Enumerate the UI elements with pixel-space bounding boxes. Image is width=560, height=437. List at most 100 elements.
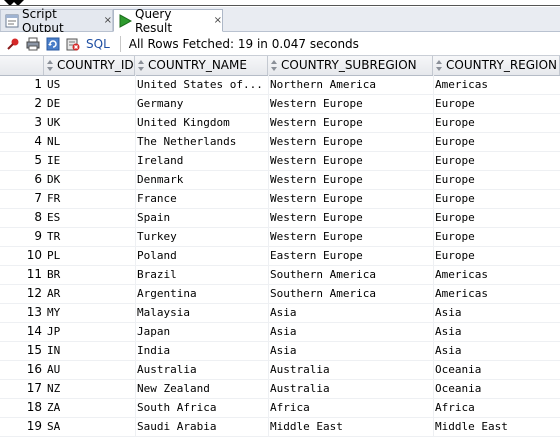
table-row[interactable]: 15 IN India Asia Asia bbox=[0, 341, 560, 361]
sql-link[interactable]: SQL bbox=[86, 37, 110, 51]
cell-country-name[interactable]: India bbox=[135, 341, 270, 360]
cell-country-region[interactable]: Africa bbox=[433, 398, 560, 417]
cell-country-name[interactable]: Spain bbox=[135, 208, 270, 227]
cell-country-id[interactable]: AU bbox=[44, 360, 138, 379]
cell-country-name[interactable]: The Netherlands bbox=[135, 132, 270, 151]
cell-country-id[interactable]: PL bbox=[44, 246, 138, 265]
cell-country-name[interactable]: France bbox=[135, 189, 270, 208]
cell-country-region[interactable]: Middle East bbox=[433, 417, 560, 436]
cell-country-name[interactable]: Japan bbox=[135, 322, 270, 341]
table-row[interactable]: 16 AU Australia Australia Oceania bbox=[0, 360, 560, 380]
row-number[interactable]: 5 bbox=[0, 151, 42, 170]
table-row[interactable]: 11 BR Brazil Southern America Americas bbox=[0, 265, 560, 285]
row-number[interactable]: 18 bbox=[0, 398, 42, 417]
row-number[interactable]: 4 bbox=[0, 132, 42, 151]
cell-country-region[interactable]: Oceania bbox=[433, 379, 560, 398]
tab-script-output[interactable]: Script Output × bbox=[0, 7, 113, 35]
table-row[interactable]: 6 DK Denmark Western Europe Europe bbox=[0, 170, 560, 190]
refresh-icon[interactable] bbox=[46, 37, 60, 51]
cell-country-name[interactable]: Brazil bbox=[135, 265, 270, 284]
export-icon[interactable] bbox=[66, 37, 80, 51]
cell-country-id[interactable]: DE bbox=[44, 94, 138, 113]
table-row[interactable]: 19 SA Saudi Arabia Middle East Middle East bbox=[0, 417, 560, 437]
cell-country-subregion[interactable]: Western Europe bbox=[268, 170, 435, 189]
table-row[interactable]: 18 ZA South Africa Africa Africa bbox=[0, 398, 560, 418]
table-row[interactable]: 2 DE Germany Western Europe Europe bbox=[0, 94, 560, 114]
cell-country-region[interactable]: Americas bbox=[433, 75, 560, 94]
table-row[interactable]: 7 FR France Western Europe Europe bbox=[0, 189, 560, 209]
cell-country-id[interactable]: ES bbox=[44, 208, 138, 227]
row-number[interactable]: 19 bbox=[0, 417, 42, 436]
cell-country-region[interactable]: Europe bbox=[433, 113, 560, 132]
table-row[interactable]: 10 PL Poland Eastern Europe Europe bbox=[0, 246, 560, 266]
cell-country-id[interactable]: IE bbox=[44, 151, 138, 170]
row-number[interactable]: 12 bbox=[0, 284, 42, 303]
cell-country-region[interactable]: Europe bbox=[433, 132, 560, 151]
row-number[interactable]: 2 bbox=[0, 94, 42, 113]
print-icon[interactable] bbox=[26, 37, 40, 51]
table-row[interactable]: 8 ES Spain Western Europe Europe bbox=[0, 208, 560, 228]
cell-country-region[interactable]: Oceania bbox=[433, 360, 560, 379]
row-number[interactable]: 11 bbox=[0, 265, 42, 284]
table-row[interactable]: 4 NL The Netherlands Western Europe Europe bbox=[0, 132, 560, 152]
cell-country-name[interactable]: South Africa bbox=[135, 398, 270, 417]
cell-country-id[interactable]: NL bbox=[44, 132, 138, 151]
cell-country-region[interactable]: Europe bbox=[433, 227, 560, 246]
cell-country-id[interactable]: TR bbox=[44, 227, 138, 246]
row-number[interactable]: 9 bbox=[0, 227, 42, 246]
table-row[interactable]: 13 MY Malaysia Asia Asia bbox=[0, 303, 560, 323]
cell-country-id[interactable]: MY bbox=[44, 303, 138, 322]
cell-country-subregion[interactable]: Western Europe bbox=[268, 94, 435, 113]
cell-country-region[interactable]: Europe bbox=[433, 170, 560, 189]
cell-country-name[interactable]: New Zealand bbox=[135, 379, 270, 398]
cell-country-id[interactable]: FR bbox=[44, 189, 138, 208]
table-row[interactable]: 3 UK United Kingdom Western Europe Europe bbox=[0, 113, 560, 133]
row-number[interactable]: 7 bbox=[0, 189, 42, 208]
table-row[interactable]: 14 JP Japan Asia Asia bbox=[0, 322, 560, 342]
row-number[interactable]: 3 bbox=[0, 113, 42, 132]
cell-country-subregion[interactable]: Southern America bbox=[268, 265, 435, 284]
row-number[interactable]: 16 bbox=[0, 360, 42, 379]
cell-country-region[interactable]: Europe bbox=[433, 246, 560, 265]
row-number[interactable]: 6 bbox=[0, 170, 42, 189]
cell-country-region[interactable]: Europe bbox=[433, 151, 560, 170]
cell-country-id[interactable]: DK bbox=[44, 170, 138, 189]
cell-country-id[interactable]: NZ bbox=[44, 379, 138, 398]
row-number[interactable]: 10 bbox=[0, 246, 42, 265]
cell-country-id[interactable]: JP bbox=[44, 322, 138, 341]
cell-country-subregion[interactable]: Western Europe bbox=[268, 113, 435, 132]
cell-country-region[interactable]: Asia bbox=[433, 341, 560, 360]
row-number[interactable]: 14 bbox=[0, 322, 42, 341]
table-row[interactable]: 9 TR Turkey Western Europe Europe bbox=[0, 227, 560, 247]
cell-country-region[interactable]: Asia bbox=[433, 303, 560, 322]
cell-country-name[interactable]: United Kingdom bbox=[135, 113, 270, 132]
cell-country-subregion[interactable]: Western Europe bbox=[268, 227, 435, 246]
cell-country-subregion[interactable]: Northern America bbox=[268, 75, 435, 94]
cell-country-subregion[interactable]: Australia bbox=[268, 379, 435, 398]
cell-country-name[interactable]: Ireland bbox=[135, 151, 270, 170]
cell-country-region[interactable]: Europe bbox=[433, 189, 560, 208]
row-number-header[interactable] bbox=[0, 56, 44, 75]
cell-country-subregion[interactable]: Southern America bbox=[268, 284, 435, 303]
close-icon[interactable]: × bbox=[104, 15, 112, 26]
cell-country-subregion[interactable]: Middle East bbox=[268, 417, 435, 436]
cell-country-name[interactable]: Turkey bbox=[135, 227, 270, 246]
table-row[interactable]: 12 AR Argentina Southern America Americas bbox=[0, 284, 560, 304]
cell-country-region[interactable]: Europe bbox=[433, 208, 560, 227]
column-header-country-id[interactable]: COUNTRY_ID bbox=[44, 56, 135, 75]
cell-country-subregion[interactable]: Asia bbox=[268, 341, 435, 360]
cell-country-name[interactable]: Poland bbox=[135, 246, 270, 265]
tab-query-result[interactable]: Query Result × bbox=[113, 7, 223, 35]
cell-country-name[interactable]: Malaysia bbox=[135, 303, 270, 322]
cell-country-subregion[interactable]: Western Europe bbox=[268, 189, 435, 208]
cell-country-subregion[interactable]: Australia bbox=[268, 360, 435, 379]
row-number[interactable]: 1 bbox=[0, 75, 42, 94]
cell-country-subregion[interactable]: Eastern Europe bbox=[268, 246, 435, 265]
cell-country-name[interactable]: Germany bbox=[135, 94, 270, 113]
cell-country-subregion[interactable]: Western Europe bbox=[268, 208, 435, 227]
cell-country-name[interactable]: Saudi Arabia bbox=[135, 417, 270, 436]
cell-country-name[interactable]: Denmark bbox=[135, 170, 270, 189]
row-number[interactable]: 15 bbox=[0, 341, 42, 360]
cell-country-id[interactable]: SA bbox=[44, 417, 138, 436]
cell-country-subregion[interactable]: Western Europe bbox=[268, 151, 435, 170]
